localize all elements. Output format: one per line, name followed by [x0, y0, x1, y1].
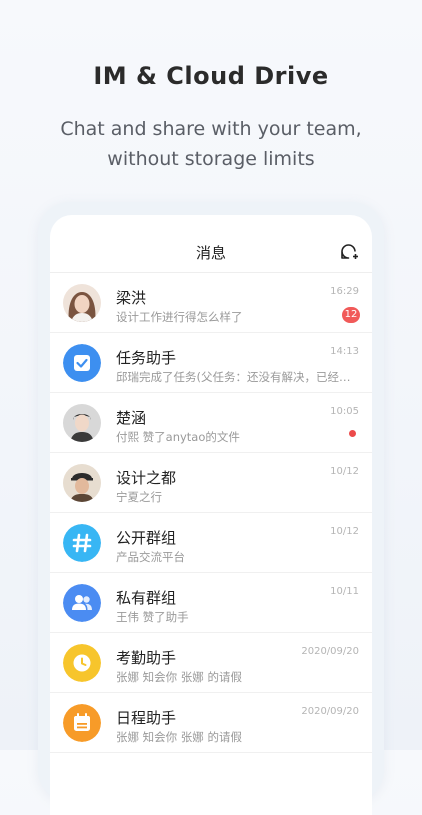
avatar — [63, 284, 101, 322]
conversation-preview: 张娜 知会你 张娜 的请假 — [116, 670, 242, 684]
check-icon — [63, 344, 101, 382]
conversation-preview: 邱瑞完成了任务(父任务：还没有解决，已经… — [116, 370, 351, 384]
conversation-time: 10/12 — [330, 526, 359, 537]
promo-headline: IM & Cloud Drive — [93, 62, 329, 90]
avatar — [63, 464, 101, 502]
conversation-time: 10:05 — [330, 406, 359, 417]
conversation-name: 楚涵 — [116, 409, 147, 427]
promo-subline: Chat and share with your team, without s… — [0, 114, 422, 174]
people-icon — [63, 584, 101, 622]
conversation-row[interactable]: 楚涵 付熙 赞了anytao的文件 10:05 — [50, 393, 372, 453]
conversation-list: 梁洪 设计工作进行得怎么样了 16:29 12 任务助手 邱瑞完成了任务(父任务… — [50, 273, 372, 753]
conversation-time: 16:29 — [330, 286, 359, 297]
calendar-icon — [63, 704, 101, 742]
avatar — [63, 404, 101, 442]
conversation-row[interactable]: 私有群组 王伟 赞了助手 10/11 — [50, 573, 372, 633]
conversation-row[interactable]: 考勤助手 张娜 知会你 张娜 的请假 2020/09/20 — [50, 633, 372, 693]
conversation-time: 10/12 — [330, 466, 359, 477]
unread-badge: 12 — [342, 307, 360, 323]
conversation-name: 梁洪 — [116, 289, 147, 307]
conversation-preview: 付熙 赞了anytao的文件 — [116, 430, 240, 444]
conversation-name: 设计之都 — [116, 469, 177, 487]
conversation-name: 考勤助手 — [116, 649, 177, 667]
messages-screen: 消息 梁洪 设计工作进行得怎么样了 16:29 12 任务助手 邱瑞完成了任务(… — [50, 215, 372, 815]
conversation-preview: 宁夏之行 — [116, 490, 162, 504]
conversation-name: 任务助手 — [116, 349, 177, 367]
conversation-time: 2020/09/20 — [301, 646, 359, 657]
conversation-preview: 产品交流平台 — [116, 550, 185, 564]
conversation-time: 14:13 — [330, 346, 359, 357]
conversation-name: 公开群组 — [116, 529, 177, 547]
hash-icon — [63, 524, 101, 562]
phone-frame: 消息 梁洪 设计工作进行得怎么样了 16:29 12 任务助手 邱瑞完成了任务(… — [38, 202, 384, 815]
page-title: 消息 — [195, 244, 226, 262]
clock-icon — [63, 644, 101, 682]
unread-dot — [349, 430, 356, 437]
promo-subline-line-1: Chat and share with your team, — [60, 118, 362, 140]
conversation-row[interactable]: 设计之都 宁夏之行 10/12 — [50, 453, 372, 513]
promo-subline-line-2: without storage limits — [107, 148, 315, 170]
conversation-name: 日程助手 — [116, 709, 177, 727]
conversation-time: 2020/09/20 — [301, 706, 359, 717]
conversation-preview: 张娜 知会你 张娜 的请假 — [116, 730, 242, 744]
conversation-row[interactable]: 公开群组 产品交流平台 10/12 — [50, 513, 372, 573]
conversation-time: 10/11 — [330, 586, 359, 597]
new-chat-icon[interactable] — [339, 242, 359, 262]
conversation-row[interactable]: 任务助手 邱瑞完成了任务(父任务：还没有解决，已经… 14:13 — [50, 333, 372, 393]
conversation-preview: 王伟 赞了助手 — [116, 610, 189, 624]
conversation-name: 私有群组 — [116, 589, 177, 607]
conversation-row[interactable]: 日程助手 张娜 知会你 张娜 的请假 2020/09/20 — [50, 693, 372, 753]
conversation-row[interactable]: 梁洪 设计工作进行得怎么样了 16:29 12 — [50, 273, 372, 333]
top-bar: 消息 — [50, 215, 372, 273]
conversation-preview: 设计工作进行得怎么样了 — [116, 310, 243, 324]
